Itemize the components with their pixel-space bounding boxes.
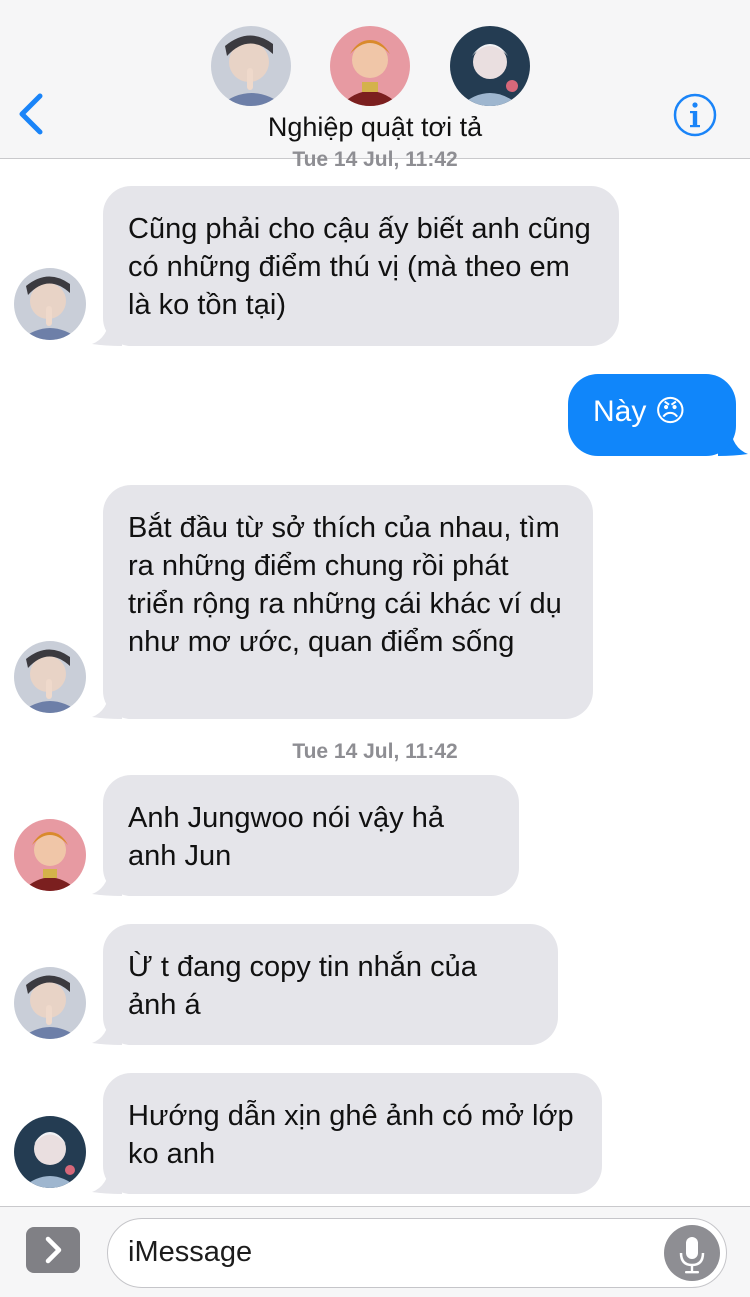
participant-avatar-2[interactable] <box>330 26 410 106</box>
sent-message[interactable]: Này 😠 <box>568 374 736 456</box>
received-message[interactable]: Hướng dẫn xịn ghê ảnh có mở lớp ko anh <box>103 1073 602 1194</box>
sender-avatar[interactable] <box>14 1116 86 1188</box>
sender-avatar[interactable] <box>14 268 86 340</box>
info-icon <box>673 93 717 137</box>
message-input-placeholder: iMessage <box>128 1236 253 1268</box>
chevron-right-icon <box>45 1236 62 1264</box>
conversation-title[interactable]: Nghiệp quật tơi tả <box>0 112 750 143</box>
microphone-button[interactable] <box>664 1225 720 1281</box>
sender-avatar[interactable] <box>14 819 86 891</box>
microphone-icon <box>679 1237 705 1274</box>
message-input[interactable]: iMessage <box>107 1218 727 1288</box>
sent-message-text: Này 😠 <box>593 395 686 428</box>
apps-button[interactable] <box>26 1227 80 1273</box>
timestamp: Tue 14 Jul, 11:42 <box>292 740 458 763</box>
received-message[interactable]: Ừ t đang copy tin nhắn của ảnh á <box>103 924 558 1045</box>
received-message[interactable]: Cũng phải cho cậu ấy biết anh cũng có nh… <box>103 186 619 346</box>
sender-avatar[interactable] <box>14 967 86 1039</box>
received-message[interactable]: Bắt đầu từ sở thích của nhau, tìm ra nhữ… <box>103 485 593 719</box>
participant-avatar-3[interactable] <box>450 26 530 106</box>
message-input-bar: iMessage <box>0 1206 750 1297</box>
participant-avatar-1[interactable] <box>211 26 291 106</box>
info-button[interactable] <box>672 92 718 138</box>
conversation-header: Nghiệp quật tơi tả <box>0 0 750 159</box>
timestamp: Tue 14 Jul, 11:42 <box>292 148 458 171</box>
received-message[interactable]: Anh Jungwoo nói vậy hả anh Jun <box>103 775 519 896</box>
sender-avatar[interactable] <box>14 641 86 713</box>
